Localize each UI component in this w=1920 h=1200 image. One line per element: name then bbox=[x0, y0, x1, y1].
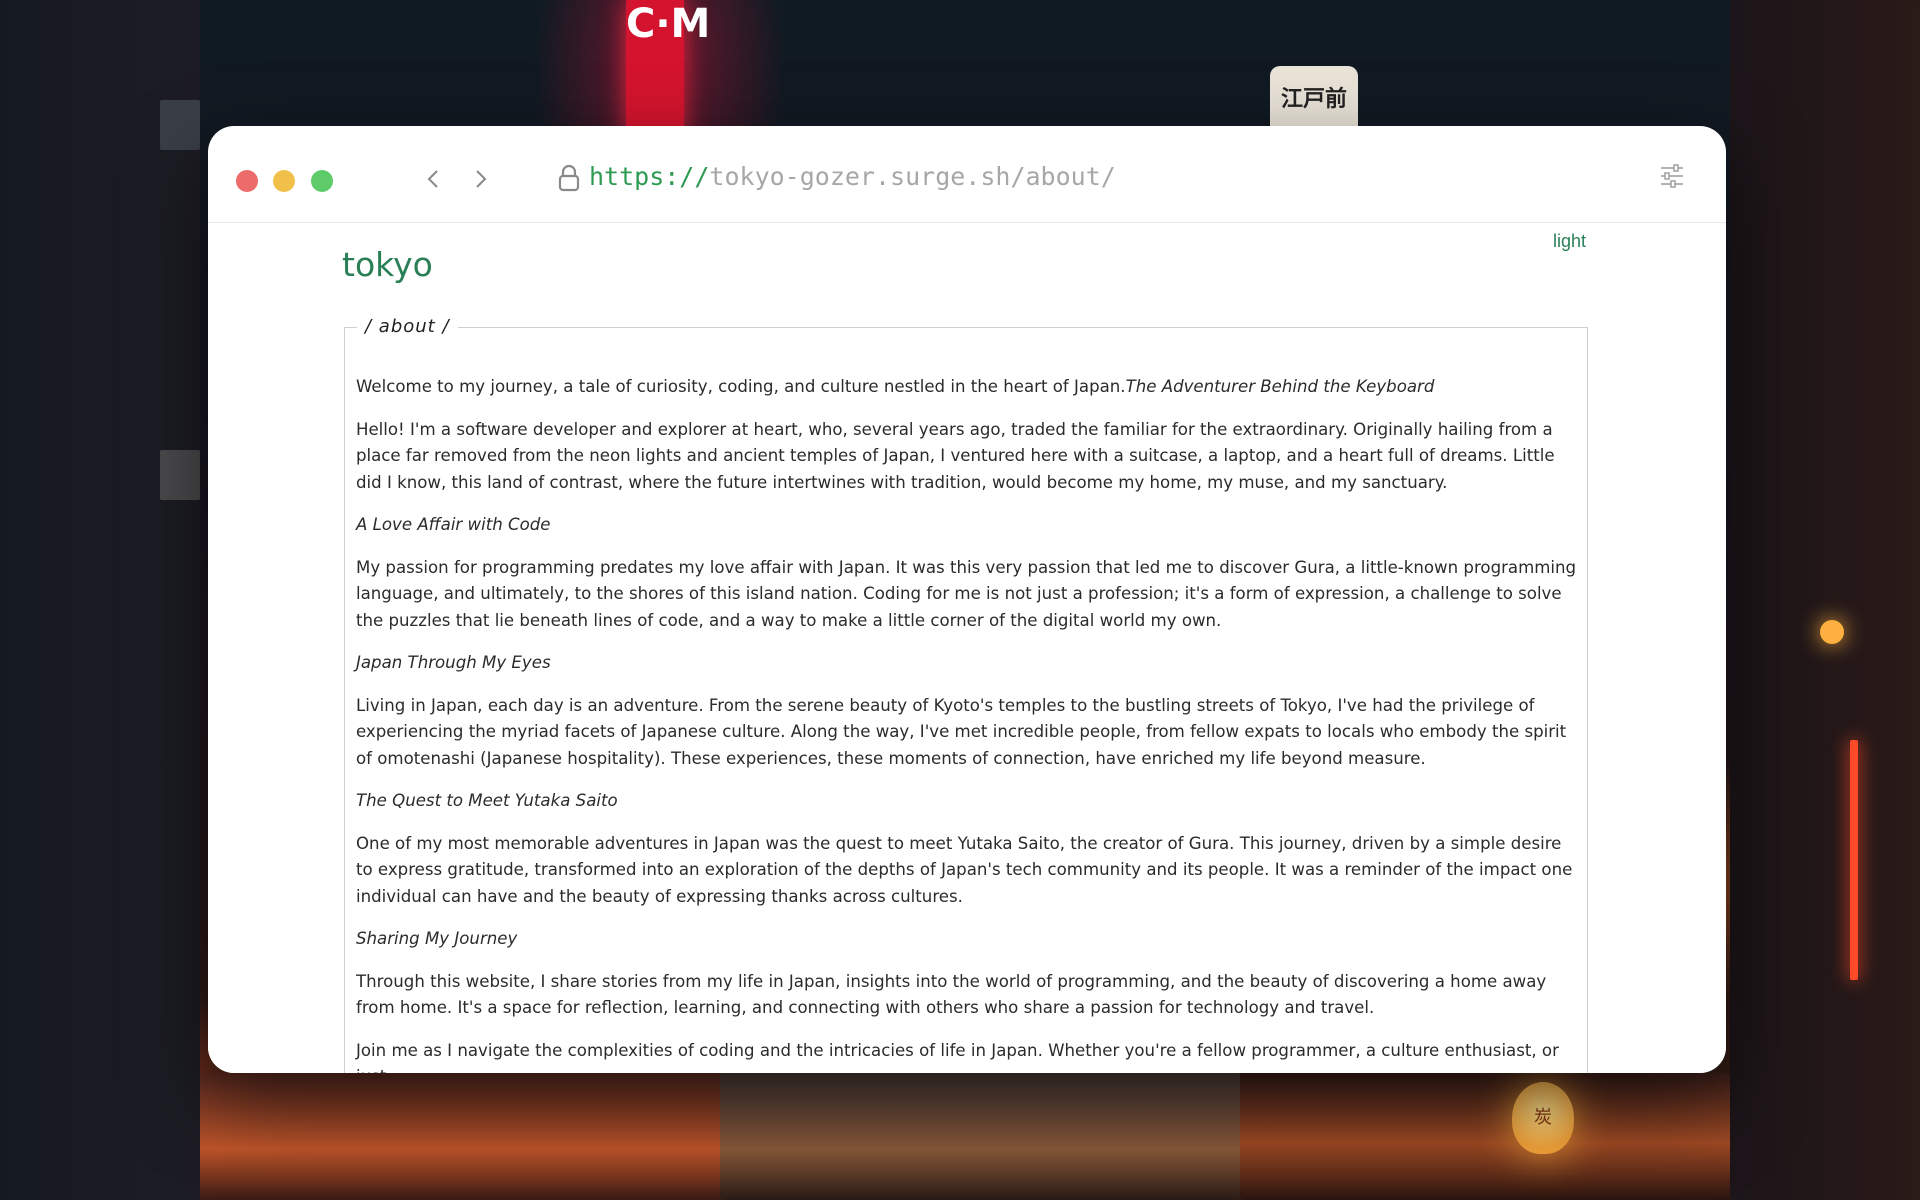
heading-sharing: Sharing My Journey bbox=[356, 926, 1578, 953]
edo-sign: 江戸前 bbox=[1270, 66, 1358, 132]
heading-japan: Japan Through My Eyes bbox=[356, 650, 1578, 677]
paragraph: My passion for programming predates my l… bbox=[356, 557, 1577, 630]
url-path: tokyo-gozer.surge.sh/about/ bbox=[709, 162, 1116, 191]
browser-window: https://tokyo-gozer.surge.sh/about/ ligh… bbox=[208, 126, 1726, 1073]
building-right bbox=[1730, 0, 1920, 1200]
heading-quest: The Quest to Meet Yutaka Saito bbox=[356, 788, 1578, 815]
intro-text: Welcome to my journey, a tale of curiosi… bbox=[356, 377, 1126, 396]
heading-code: A Love Affair with Code bbox=[356, 512, 1578, 539]
neon-stripe bbox=[1850, 740, 1858, 980]
storefront-right bbox=[1240, 1073, 1730, 1200]
lock-icon bbox=[558, 164, 580, 192]
close-window-button[interactable] bbox=[236, 170, 258, 192]
heading-text: Sharing My Journey bbox=[356, 929, 518, 948]
minimize-window-button[interactable] bbox=[273, 170, 295, 192]
paragraph: Hello! I'm a software developer and expl… bbox=[356, 419, 1555, 492]
storefront-left bbox=[200, 1073, 720, 1200]
neon-sign: C·M bbox=[626, 0, 710, 140]
maximize-window-button[interactable] bbox=[311, 170, 333, 192]
paragraph: Living in Japan, each day is an adventur… bbox=[356, 695, 1567, 768]
lantern-sign: 炭 bbox=[1512, 1082, 1574, 1154]
window-light bbox=[160, 100, 200, 150]
address-bar[interactable]: https://tokyo-gozer.surge.sh/about/ bbox=[589, 162, 1116, 192]
page-viewport: light tokyo / about / Welcome to my jour… bbox=[208, 223, 1726, 1073]
lantern bbox=[1820, 620, 1844, 644]
paragraph: Through this website, I share stories fr… bbox=[356, 971, 1547, 1018]
paragraph: One of my most memorable adventures in J… bbox=[356, 833, 1573, 906]
forward-button[interactable] bbox=[466, 164, 496, 194]
site-title[interactable]: tokyo bbox=[342, 245, 433, 285]
heading-text: A Love Affair with Code bbox=[356, 515, 551, 534]
about-section: / about / Welcome to my journey, a tale … bbox=[344, 314, 1588, 1073]
building-left bbox=[0, 0, 200, 1200]
back-button[interactable] bbox=[418, 164, 448, 194]
url-scheme: https:// bbox=[589, 162, 710, 191]
browser-toolbar: https://tokyo-gozer.surge.sh/about/ bbox=[208, 126, 1726, 223]
sliders-icon[interactable] bbox=[1658, 162, 1686, 190]
intro-paragraph: Welcome to my journey, a tale of curiosi… bbox=[356, 374, 1578, 401]
section-legend: / about / bbox=[357, 314, 458, 340]
window-light bbox=[160, 450, 200, 500]
about-content: Welcome to my journey, a tale of curiosi… bbox=[356, 374, 1578, 1073]
chevron-left-icon bbox=[427, 170, 438, 188]
heading-text: The Quest to Meet Yutaka Saito bbox=[356, 791, 618, 810]
chevron-right-icon bbox=[476, 170, 487, 188]
street-center bbox=[720, 1073, 1240, 1200]
heading-text: Japan Through My Eyes bbox=[356, 653, 551, 672]
heading-adventurer: The Adventurer Behind the Keyboard bbox=[1125, 377, 1435, 396]
paragraph: Join me as I navigate the complexities o… bbox=[356, 1040, 1559, 1074]
theme-toggle-link[interactable]: light bbox=[1553, 231, 1586, 252]
